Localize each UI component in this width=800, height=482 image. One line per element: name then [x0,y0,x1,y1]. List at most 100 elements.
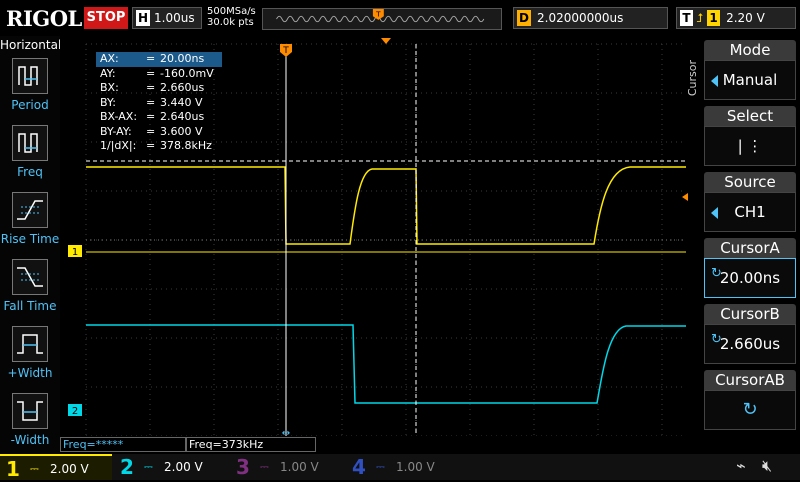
ch4-scale: 1.00 V [396,460,435,474]
freq-label: Freq [17,165,43,179]
ch4-number: 4 [352,455,366,479]
select-arrow-icon [711,207,718,219]
measure-freq[interactable]: Freq [0,125,60,185]
dc-coupling-icon: ⎓ [144,460,153,473]
rotate-knob-icon: ↻ [742,399,758,420]
menu-source[interactable]: Source CH1 [704,172,796,232]
cursor-b-value: 2.660us [719,335,781,353]
ch2-scale: 2.00 V [164,460,203,474]
neg-width-label: -Width [10,433,50,447]
ch2-ground-marker: 2 [68,404,82,417]
trigger-level: 2.20 V [726,11,765,25]
menu-cursor-b[interactable]: CursorB ↻ 2.660us [704,304,796,364]
period-icon [12,58,48,94]
ch3-status[interactable]: 3 ⎓ 1.00 V [230,454,342,480]
cursor-a-value: 20.00ns [719,269,781,287]
dc-coupling-icon: ⎓ [260,460,269,473]
delay-value: 2.02000000us [537,11,624,25]
menu-select[interactable]: Select | ⋮ [704,106,796,166]
memory-depth: 30.0k pts [207,17,254,28]
rise-time-label: Rise Time [0,232,60,246]
delay-box[interactable]: D 2.02000000us [513,7,668,29]
pos-width-icon [12,326,48,362]
svg-text:2: 2 [72,406,78,417]
measure-pos-width[interactable]: +Width [0,326,60,386]
pos-width-label: +Width [7,366,53,380]
cursor-row-by-ay: BY-AY: = 3.600 V [100,124,203,138]
cursor-ab-title: CursorAB [704,370,796,390]
ch1-scale: 2.00 V [50,462,89,476]
timebase-box[interactable]: H 1.00us [132,7,202,29]
svg-text:T: T [282,46,289,56]
menu-cursor-ab[interactable]: CursorAB ↻ [704,370,796,430]
trigger-label: T [680,10,693,26]
select-value: | ⋮ [737,137,763,155]
horizontal-label: H [136,10,150,26]
measure-fall-time[interactable]: Fall Time [0,259,60,319]
trigger-position-letter: T [375,9,381,18]
rigol-logo: RIGOL [6,6,82,31]
measure-rise-time[interactable]: Rise Time [0,192,60,252]
memory-overview-waveform: T [262,8,502,30]
mode-value: Manual [722,71,778,89]
period-label: Period [11,98,49,112]
cursor-a-bottom-marker: ↔ [282,428,290,436]
fall-time-icon [12,259,48,295]
ch1-number: 1 [6,457,20,481]
dc-coupling-icon: ⎓ [30,462,39,475]
ch2-number: 2 [120,455,134,479]
rotate-knob-icon: ↻ [711,266,722,281]
dc-coupling-icon: ⎓ [376,460,385,473]
ch3-scale: 1.00 V [280,460,319,474]
cursor-a-value-box[interactable]: ↻ 20.00ns [704,258,796,298]
cursor-row-ay: AY: = -160.0mV [100,66,214,80]
measure-neg-width[interactable]: -Width [0,393,60,453]
ch2-status[interactable]: 2 ⎓ 2.00 V [114,454,226,480]
select-arrow-icon [711,75,718,87]
speaker-mute-icon[interactable]: 🔇︎ [762,456,772,476]
source-value: CH1 [734,203,766,221]
neg-width-icon [12,393,48,429]
menu-side-label: Cursor [686,60,699,97]
rise-time-icon [12,192,48,228]
cursor-row-by: BY: = 3.440 V [100,95,203,109]
rising-edge-icon: ⮥ [696,11,704,25]
source-title: Source [704,172,796,192]
fall-time-label: Fall Time [3,299,57,313]
cursor-ab-value-box[interactable]: ↻ [704,390,796,430]
cursor-row-bx-ax: BX-AX: = 2.640us [100,110,205,123]
cursor-b-value-box[interactable]: ↻ 2.660us [704,324,796,364]
mode-value-box[interactable]: Manual [704,60,796,100]
menu-cursor-a[interactable]: CursorA ↻ 20.00ns [704,238,796,298]
cursor-readout-table: AX: = 20.00ns AY: = -160.0mV BX: = 2.660us BY:… [96,52,222,154]
freq-left-readout: Freq=***** [60,437,186,452]
run-stop-badge[interactable]: STOP [84,7,128,29]
sample-rate: 500MSa/s [207,6,256,17]
cursor-row-bx: BX: = 2.660us [100,81,205,94]
menu-mode[interactable]: Mode Manual [704,40,796,100]
ch1-status[interactable]: 1 ⎓ 2.00 V [0,454,112,481]
freq-right-readout: Freq=373kHz [186,437,316,452]
channel-status-bar: 1 ⎓ 2.00 V 2 ⎓ 2.00 V 3 ⎓ 1.00 V 4 ⎓ 1.0… [0,454,800,481]
svg-text:1: 1 [72,247,78,258]
select-value-box[interactable]: | ⋮ [704,126,796,166]
mode-title: Mode [704,40,796,60]
left-panel-title: Horizontal [0,38,62,52]
rotate-knob-icon: ↻ [711,332,722,347]
frequency-counter-bar: Freq=***** Freq=373kHz [60,437,700,453]
cursor-row-ax: AX: = 20.00ns [96,52,222,67]
timebase-value: 1.00us [154,11,195,25]
delay-label: D [517,10,531,26]
cursor-a-title: CursorA [704,238,796,258]
acquisition-info: 500MSa/s 30.0k pts [207,6,256,28]
usb-icon: ⌁ [736,456,746,475]
cursor-b-title: CursorB [704,304,796,324]
freq-icon [12,125,48,161]
trigger-box[interactable]: T ⮥ 1 2.20 V [676,7,796,29]
ch4-status[interactable]: 4 ⎓ 1.00 V [346,454,458,480]
trigger-channel: 1 [707,10,721,26]
measure-period[interactable]: Period [0,58,60,118]
source-value-box[interactable]: CH1 [704,192,796,232]
top-status-bar: RIGOL STOP H 1.00us 500MSa/s 30.0k pts T … [0,0,800,36]
select-title: Select [704,106,796,126]
